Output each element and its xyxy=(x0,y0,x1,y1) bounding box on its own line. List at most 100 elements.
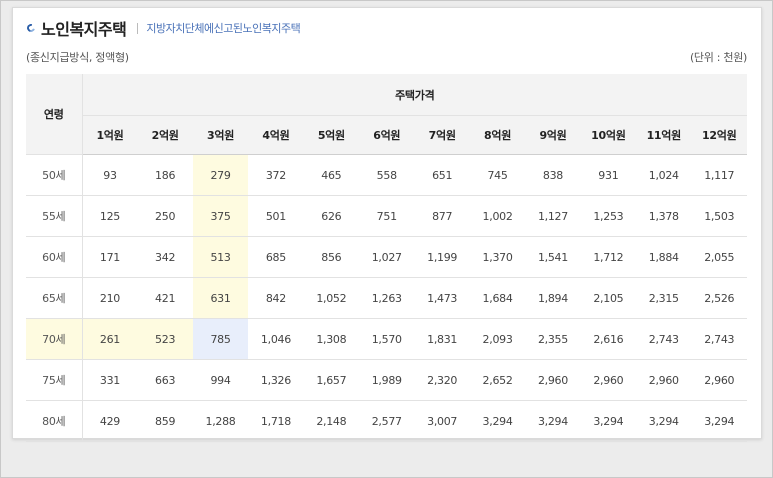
value-cell: 1,570 xyxy=(359,318,415,360)
value-cell: 2,960 xyxy=(580,359,637,401)
section-header: 노인복지주택 지방자치단체에신고된노인복지주택 xyxy=(25,15,301,41)
value-cell: 261 xyxy=(82,318,138,360)
age-cell: 70세 xyxy=(26,318,83,360)
value-cell: 1,657 xyxy=(303,359,360,401)
value-cell: 1,718 xyxy=(248,400,304,442)
price-column-header: 10억원 xyxy=(580,115,637,155)
value-cell: 1,002 xyxy=(469,195,526,237)
value-cell: 279 xyxy=(192,154,249,196)
value-cell: 1,263 xyxy=(359,277,415,319)
value-cell: 1,989 xyxy=(359,359,415,401)
value-cell: 685 xyxy=(248,236,304,278)
value-cell: 2,055 xyxy=(691,236,747,278)
price-column-header: 4억원 xyxy=(248,115,304,155)
table-row: 80세 429 859 1,288 1,718 2,148 2,577 3,007 3,294 3… xyxy=(26,400,747,442)
price-column-header: 6억원 xyxy=(359,115,415,155)
value-cell: 2,093 xyxy=(469,318,526,360)
price-column-header: 5억원 xyxy=(303,115,360,155)
value-cell: 3,294 xyxy=(469,400,526,442)
payment-method-note: (종신지급방식, 정액형) xyxy=(26,51,129,64)
age-cell: 55세 xyxy=(26,195,83,237)
window-frame: 노인복지주택 지방자치단체에신고된노인복지주택 (종신지급방식, 정액형) (단… xyxy=(0,0,773,478)
pension-table: 연령 주택가격 1억원 2억원 3억원 4억원 5억원 6억원 7억원 8억원 9억원 10억원 1… xyxy=(26,74,747,442)
circle-bullet-icon xyxy=(25,22,37,34)
value-cell: 1,288 xyxy=(192,400,249,442)
value-cell: 1,473 xyxy=(414,277,470,319)
value-cell: 171 xyxy=(82,236,138,278)
value-cell: 1,831 xyxy=(414,318,470,360)
value-cell: 1,541 xyxy=(525,236,581,278)
table-row: 50세 93 186 279 372 465 558 651 745 838 931 1,024 1,1… xyxy=(26,154,747,196)
value-cell: 1,127 xyxy=(525,195,581,237)
value-cell: 2,105 xyxy=(580,277,637,319)
value-cell: 342 xyxy=(137,236,193,278)
value-cell: 1,884 xyxy=(636,236,692,278)
value-cell: 1,027 xyxy=(359,236,415,278)
value-cell: 3,294 xyxy=(691,400,747,442)
value-cell: 513 xyxy=(192,236,249,278)
value-cell: 331 xyxy=(82,359,138,401)
value-cell: 859 xyxy=(137,400,193,442)
price-column-header: 1억원 xyxy=(82,115,138,155)
value-cell: 3,294 xyxy=(636,400,692,442)
value-cell: 558 xyxy=(359,154,415,196)
value-cell: 842 xyxy=(248,277,304,319)
value-cell: 1,024 xyxy=(636,154,692,196)
value-cell: 2,743 xyxy=(691,318,747,360)
value-cell: 2,743 xyxy=(636,318,692,360)
price-column-header: 12억원 xyxy=(691,115,747,155)
price-column-header: 8억원 xyxy=(469,115,526,155)
value-cell: 663 xyxy=(137,359,193,401)
value-cell: 785 xyxy=(192,318,249,360)
value-cell: 2,148 xyxy=(303,400,360,442)
value-cell: 2,577 xyxy=(359,400,415,442)
value-cell: 210 xyxy=(82,277,138,319)
age-cell: 50세 xyxy=(26,154,83,196)
value-cell: 1,253 xyxy=(580,195,637,237)
table-row: 70세 261 523 785 1,046 1,308 1,570 1,831 2,093 2,3… xyxy=(26,318,747,360)
value-cell: 838 xyxy=(525,154,581,196)
age-cell: 60세 xyxy=(26,236,83,278)
table-row: 65세 210 421 631 842 1,052 1,263 1,473 1,684 1,894… xyxy=(26,277,747,319)
value-cell: 1,370 xyxy=(469,236,526,278)
content-panel: 노인복지주택 지방자치단체에신고된노인복지주택 (종신지급방식, 정액형) (단… xyxy=(12,7,762,442)
price-group-header: 주택가격 xyxy=(82,74,747,116)
value-cell: 421 xyxy=(137,277,193,319)
value-cell: 1,503 xyxy=(691,195,747,237)
value-cell: 1,712 xyxy=(580,236,637,278)
page-title: 노인복지주택 xyxy=(41,20,127,39)
value-cell: 501 xyxy=(248,195,304,237)
value-cell: 2,320 xyxy=(414,359,470,401)
age-column-header: 연령 xyxy=(26,74,83,155)
price-column-header: 2억원 xyxy=(137,115,193,155)
value-cell: 1,199 xyxy=(414,236,470,278)
value-cell: 745 xyxy=(469,154,526,196)
value-cell: 626 xyxy=(303,195,360,237)
value-cell: 465 xyxy=(303,154,360,196)
value-cell: 3,294 xyxy=(580,400,637,442)
value-cell: 1,117 xyxy=(691,154,747,196)
value-cell: 2,315 xyxy=(636,277,692,319)
value-cell: 651 xyxy=(414,154,470,196)
value-cell: 856 xyxy=(303,236,360,278)
page-subtitle: 지방자치단체에신고된노인복지주택 xyxy=(146,22,301,35)
value-cell: 186 xyxy=(137,154,193,196)
table-row: 60세 171 342 513 685 856 1,027 1,199 1,370 1,541 1,… xyxy=(26,236,747,278)
title-divider xyxy=(137,22,139,34)
age-cell: 80세 xyxy=(26,400,83,442)
value-cell: 1,326 xyxy=(248,359,304,401)
value-cell: 3,294 xyxy=(525,400,581,442)
value-cell: 2,652 xyxy=(469,359,526,401)
value-cell: 372 xyxy=(248,154,304,196)
age-cell: 65세 xyxy=(26,277,83,319)
unit-note: (단위 : 천원) xyxy=(689,51,747,64)
value-cell: 2,616 xyxy=(580,318,637,360)
table-row: 75세 331 663 994 1,326 1,657 1,989 2,320 2,652 2,9… xyxy=(26,359,747,401)
value-cell: 1,046 xyxy=(248,318,304,360)
value-cell: 751 xyxy=(359,195,415,237)
value-cell: 1,052 xyxy=(303,277,360,319)
value-cell: 2,960 xyxy=(525,359,581,401)
value-cell: 523 xyxy=(137,318,193,360)
price-column-header: 9억원 xyxy=(525,115,581,155)
value-cell: 125 xyxy=(82,195,138,237)
